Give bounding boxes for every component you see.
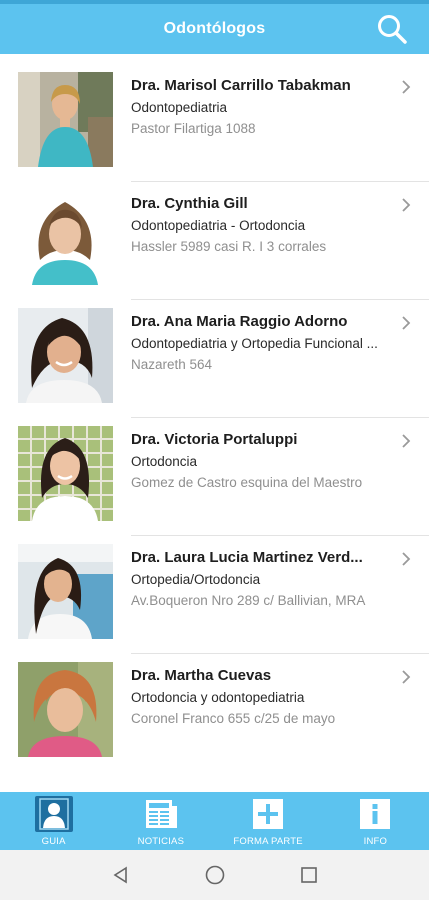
search-button[interactable] [375,12,409,46]
doctor-address: Hassler 5989 casi R. I 3 corrales [131,239,327,254]
doctor-list-item[interactable]: Dra. Laura Lucia Martinez Verd... Ortope… [0,536,429,654]
doctor-address: Nazareth 564 [131,357,213,372]
tab-label: NOTICIAS [137,836,185,847]
back-button[interactable] [109,863,133,887]
doctor-specialty: Odontopediatria [131,100,228,115]
doctor-photo [18,308,113,403]
doctor-address: Gomez de Castro esquina del Maestro [131,475,363,490]
back-triangle-icon [113,866,127,884]
app-bar: Odontólogos [0,4,429,54]
doctor-name: Dra. Cynthia Gill [131,195,248,212]
doctor-list-item[interactable]: Dra. Marisol Carrillo Tabakman Odontoped… [0,64,429,182]
tab-label: INFO [363,836,388,847]
doctor-specialty: Odontopediatria - Ortodoncia [131,218,306,233]
doctor-specialty: Ortodoncia [131,454,198,469]
doctor-name: Dra. Ana Maria Raggio Adorno [131,313,348,330]
doctor-specialty: Odontopediatria y Ortopedia Funcional ..… [131,336,378,351]
home-circle-icon [205,865,224,885]
chevron-right-icon [402,80,411,94]
bottom-navigation: GUIA NOTICIAS FORMA PARTE INFO [0,792,429,850]
doctor-photo [18,662,113,757]
tab-label: GUIA [41,836,66,847]
doctor-photo [18,544,113,639]
doctor-name: Dra. Martha Cuevas [131,667,272,684]
info-icon [360,799,391,829]
doctor-name: Dra. Victoria Portaluppi [131,431,298,448]
system-navigation-bar [0,850,429,900]
doctor-specialty: Ortodoncia y odontopediatria [131,690,305,705]
chevron-right-icon [402,552,411,566]
chevron-right-icon [402,434,411,448]
tab-forma-parte[interactable]: FORMA PARTE [215,792,322,850]
home-button[interactable] [203,863,227,887]
page-title: Odontólogos [163,20,266,37]
doctor-name: Dra. Marisol Carrillo Tabakman [131,77,351,94]
tab-guia[interactable]: GUIA [0,792,107,850]
doctor-photo [18,72,113,167]
doctor-specialty: Ortopedia/Ortodoncia [131,572,261,587]
doctor-photo [18,190,113,285]
doctor-list-item[interactable]: Dra. Ana Maria Raggio Adorno Odontopedia… [0,300,429,418]
search-icon [378,15,407,44]
chevron-right-icon [402,198,411,212]
person-icon [38,798,69,830]
chevron-right-icon [402,670,411,684]
recents-button[interactable] [297,863,321,887]
doctor-name: Dra. Laura Lucia Martinez Verd... [131,549,363,566]
doctor-address: Av.Boqueron Nro 289 c/ Ballivian, MRA [131,593,366,608]
tab-noticias[interactable]: NOTICIAS [107,792,214,850]
doctor-list-item[interactable]: Dra. Cynthia Gill Odontopediatria - Orto… [0,182,429,300]
plus-icon [253,799,284,829]
tab-info[interactable]: INFO [322,792,429,850]
chevron-right-icon [402,316,411,330]
recents-square-icon [300,867,317,883]
doctor-address: Coronel Franco 655 c/25 de mayo [131,711,336,726]
doctor-address: Pastor Filartiga 1088 [131,121,256,136]
doctor-list-item[interactable]: Dra. Victoria Portaluppi Ortodoncia Gome… [0,418,429,536]
doctor-list-item[interactable]: Dra. Martha Cuevas Ortodoncia y odontope… [0,654,429,772]
doctor-photo [18,426,113,521]
newspaper-icon [145,800,177,828]
tab-label: FORMA PARTE [233,836,303,847]
doctor-list[interactable]: Dra. Marisol Carrillo Tabakman Odontoped… [0,64,429,792]
